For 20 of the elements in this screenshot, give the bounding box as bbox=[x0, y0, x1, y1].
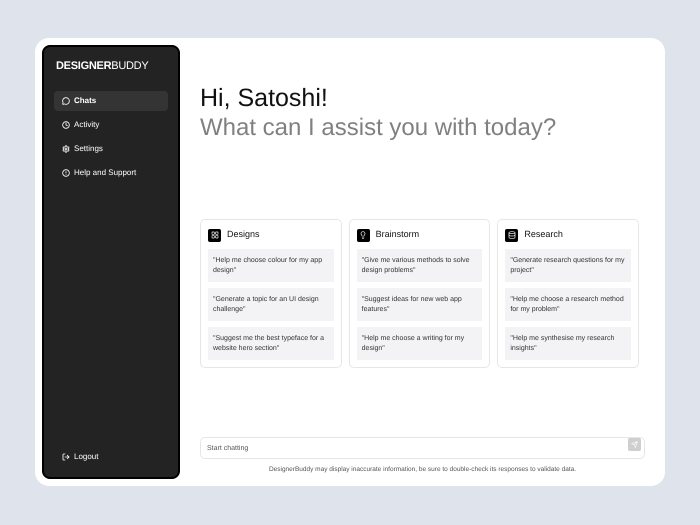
category-title: Research bbox=[524, 228, 563, 242]
grid-icon bbox=[208, 228, 221, 242]
database-icon bbox=[505, 228, 518, 242]
greeting: Hi, Satoshi! bbox=[200, 83, 329, 113]
nav-item[interactable]: Activity bbox=[54, 114, 168, 134]
nav-item[interactable]: Chats bbox=[54, 90, 168, 110]
lightbulb-icon bbox=[356, 228, 370, 242]
subtitle: What can I assist you with today? bbox=[200, 113, 558, 143]
nav-item[interactable]: Settings bbox=[54, 138, 168, 158]
category-title: Designs bbox=[227, 228, 260, 242]
send-icon[interactable] bbox=[628, 438, 641, 451]
clock-icon bbox=[62, 120, 70, 128]
logo: DESIGNERBUDDY bbox=[55, 59, 150, 74]
settings-icon bbox=[62, 144, 70, 152]
category-title: Brainstorm bbox=[376, 228, 420, 242]
chat-icon bbox=[62, 96, 70, 104]
logout-button[interactable]: Logout bbox=[54, 451, 168, 463]
nav-item[interactable]: Help and Support bbox=[54, 162, 168, 182]
logout-icon bbox=[62, 453, 70, 461]
info-icon bbox=[62, 168, 70, 176]
